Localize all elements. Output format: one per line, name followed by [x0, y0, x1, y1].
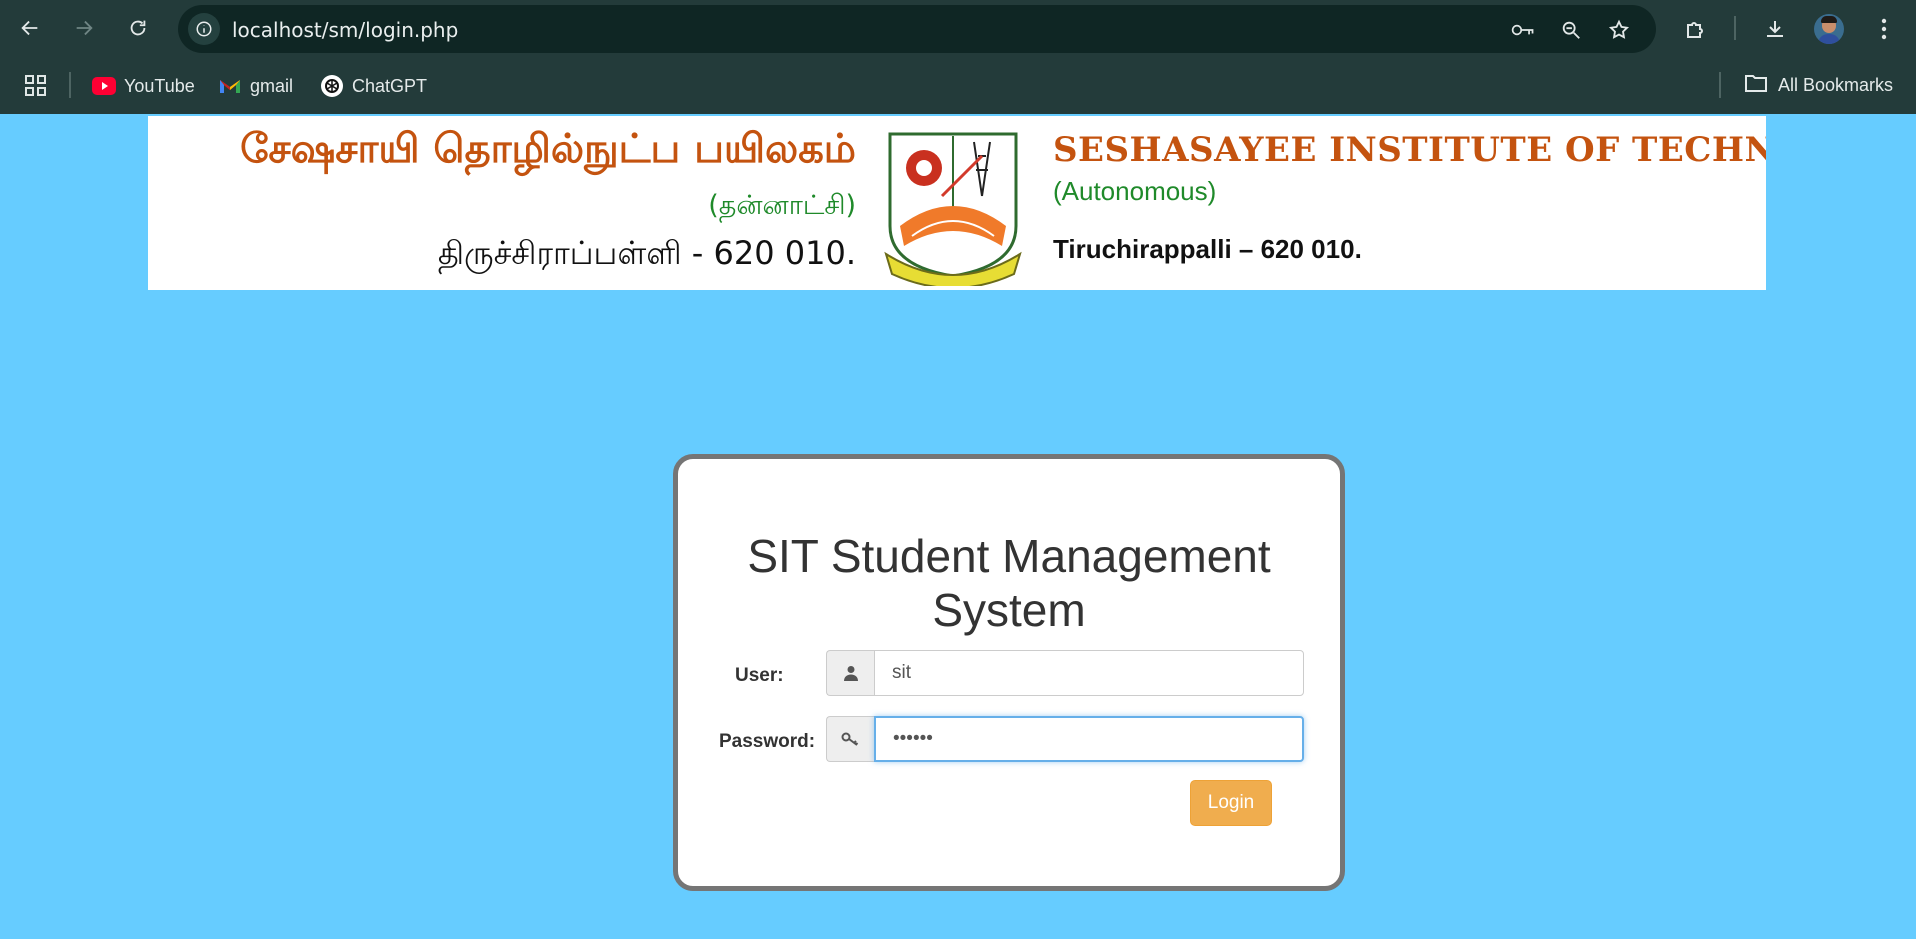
bookmark-chatgpt[interactable]: ChatGPT	[320, 71, 427, 101]
toolbar-divider	[1734, 16, 1736, 40]
chatgpt-icon	[320, 74, 344, 98]
user-label: User:	[735, 665, 784, 686]
gmail-icon	[218, 74, 242, 98]
bookmarks-bar: YouTube gmail ChatGPT All Bookmarks	[0, 58, 1916, 114]
youtube-icon	[92, 74, 116, 98]
bookmark-gmail[interactable]: gmail	[218, 71, 293, 101]
zoom-icon[interactable]	[1556, 15, 1586, 45]
login-button[interactable]: Login	[1190, 780, 1272, 826]
english-institute-name: SESHASAYEE INSTITUTE OF TECHNOLOGY	[1053, 130, 1766, 170]
english-city: Tiruchirappalli – 620 010.	[1053, 234, 1362, 264]
bookmark-label: ChatGPT	[352, 75, 428, 96]
all-bookmarks[interactable]: All Bookmarks	[1744, 70, 1893, 100]
password-input-group: ••••••	[826, 716, 1304, 762]
all-bookmarks-label: All Bookmarks	[1778, 74, 1894, 95]
profile-avatar[interactable]	[1814, 14, 1844, 44]
apps-grid-icon[interactable]	[22, 72, 50, 100]
more-menu-icon[interactable]	[1866, 11, 1902, 47]
back-icon[interactable]	[12, 10, 48, 46]
bookmark-label: gmail	[250, 75, 294, 96]
url-text: localhost/sm/login.php	[232, 18, 459, 42]
tamil-city: திருச்சிராப்பள்ளி - 620 010.	[437, 234, 856, 272]
user-input[interactable]: sit	[874, 650, 1304, 696]
user-icon	[826, 650, 874, 696]
bookmark-star-icon[interactable]	[1604, 15, 1634, 45]
password-label: Password:	[719, 731, 816, 752]
institute-emblem-icon	[884, 132, 1022, 286]
forward-icon[interactable]	[66, 10, 102, 46]
extensions-icon[interactable]	[1678, 11, 1714, 47]
folder-icon	[1744, 73, 1768, 98]
bookmark-label: YouTube	[124, 75, 195, 96]
user-input-group: sit	[826, 650, 1304, 696]
tamil-autonomous: (தன்னாட்சி)	[708, 190, 856, 221]
bookmarks-separator	[1719, 72, 1721, 98]
bookmarks-separator	[69, 72, 71, 98]
password-key-icon[interactable]	[1508, 15, 1538, 45]
browser-toolbar: localhost/sm/login.php	[0, 0, 1916, 58]
english-autonomous: (Autonomous)	[1053, 176, 1217, 206]
bookmark-youtube[interactable]: YouTube	[92, 71, 195, 101]
institute-banner: சேஷசாயி தொழில்நுட்ப பயிலகம் (தன்னாட்சி) …	[148, 116, 1766, 290]
address-bar[interactable]: localhost/sm/login.php	[178, 5, 1656, 53]
reload-icon[interactable]	[120, 10, 156, 46]
login-panel: SIT Student Management System User: sit …	[673, 454, 1345, 891]
site-info-icon[interactable]	[188, 13, 220, 45]
key-icon	[826, 716, 874, 762]
password-input[interactable]: ••••••	[874, 716, 1304, 762]
download-icon[interactable]	[1757, 11, 1793, 47]
login-title: SIT Student Management System	[747, 530, 1271, 636]
tamil-institute-name: சேஷசாயி தொழில்நுட்ப பயிலகம்	[240, 126, 856, 172]
